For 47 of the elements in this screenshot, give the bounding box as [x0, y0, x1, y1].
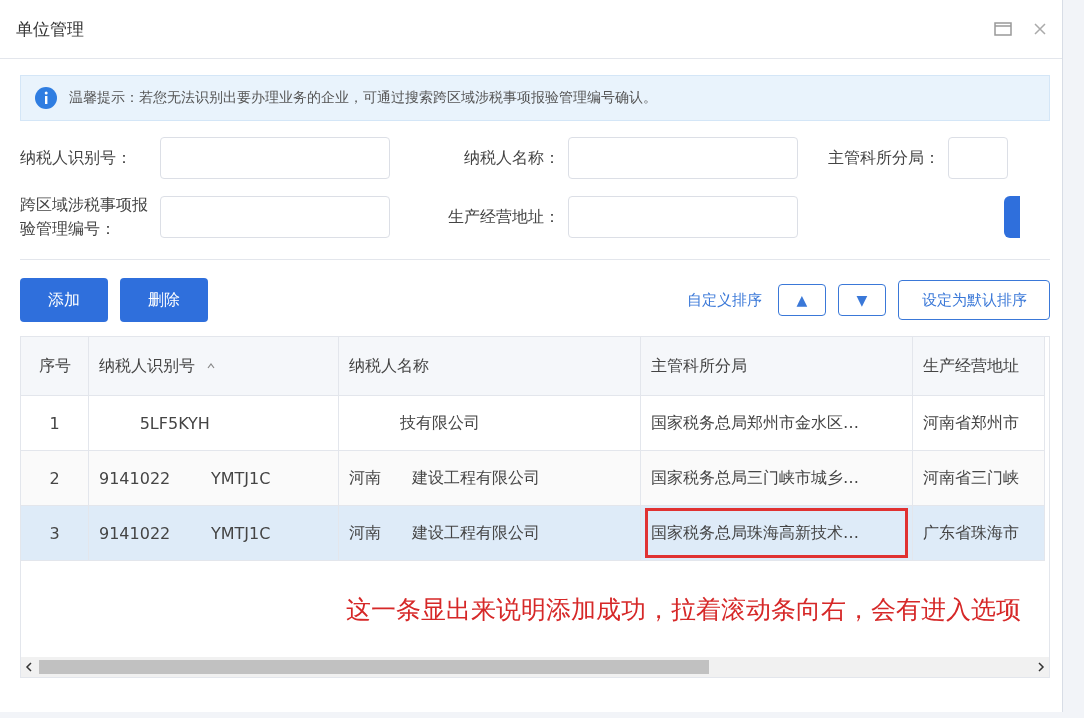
table-cell: 国家税务总局珠海高新技术…	[651, 522, 859, 544]
input-field[interactable]	[160, 196, 390, 238]
table-cell-text: 5LF5KYH	[138, 413, 210, 433]
input-field[interactable]	[160, 137, 390, 179]
column-header[interactable]: 主管科所分局	[651, 355, 747, 377]
search-button[interactable]	[1004, 196, 1020, 238]
notice-text: 温馨提示：若您无法识别出要办理业务的企业，可通过搜索跨区域涉税事项报验管理编号确认。	[69, 89, 657, 107]
table-cell-text: 技有限公司	[398, 412, 480, 434]
input-field[interactable]	[948, 137, 1008, 179]
table-cell: 3	[49, 523, 60, 543]
window-title: 单位管理	[16, 17, 85, 41]
table-cell: 国家税务总局三门峡市城乡…	[651, 467, 859, 489]
input-field[interactable]	[568, 137, 798, 179]
move-up-button[interactable]: ▲	[778, 284, 826, 316]
sort-icon[interactable]	[207, 363, 215, 369]
table-cell: 9141022 YMTJ1C	[99, 468, 271, 488]
column-header[interactable]: 序号	[38, 355, 71, 377]
table-cell: 1	[49, 413, 60, 433]
default-sort-button[interactable]: 设定为默认排序	[898, 280, 1050, 320]
info-icon	[35, 87, 57, 109]
scroll-thumb[interactable]	[39, 660, 709, 674]
field-label: 主管科所分局：	[827, 147, 941, 169]
custom-sort-link[interactable]: 自定义排序	[687, 290, 762, 310]
field-label: 纳税人识别号：	[20, 147, 133, 169]
field-label: 生产经营地址：	[447, 206, 561, 228]
delete-button[interactable]: 删除	[120, 278, 208, 322]
table-cell: 河南 建设工程有限公司	[349, 522, 540, 544]
table-cell: 河南省三门峡	[923, 467, 1019, 489]
table-cell: 广东省珠海市	[923, 522, 1019, 544]
add-button[interactable]: 添加	[20, 278, 108, 322]
maximize-icon[interactable]	[994, 22, 1012, 36]
horizontal-scrollbar[interactable]	[21, 657, 1049, 677]
table-cell: 9141022 YMTJ1C	[99, 523, 271, 543]
table-cell: 河南省郑州市	[923, 412, 1019, 434]
scroll-left-icon[interactable]	[25, 662, 33, 672]
table-cell: 河南 建设工程有限公司	[349, 467, 540, 489]
field-label: 跨区域涉税事项报验管理编号：	[20, 194, 149, 240]
column-header[interactable]: 纳税人名称	[349, 355, 429, 377]
table-cell: 国家税务总局郑州市金水区…	[651, 412, 859, 434]
annotation-text: 这一条显出来说明添加成功，拉着滚动条向右，会有进入选项	[346, 593, 1021, 626]
table-cell: 2	[49, 468, 60, 488]
column-header[interactable]: 纳税人识别号	[99, 355, 195, 377]
input-field[interactable]	[568, 196, 798, 238]
field-label: 纳税人名称：	[463, 147, 561, 169]
move-down-button[interactable]: ▼	[838, 284, 886, 316]
close-icon[interactable]	[1034, 23, 1046, 35]
scroll-right-icon[interactable]	[1037, 662, 1045, 672]
